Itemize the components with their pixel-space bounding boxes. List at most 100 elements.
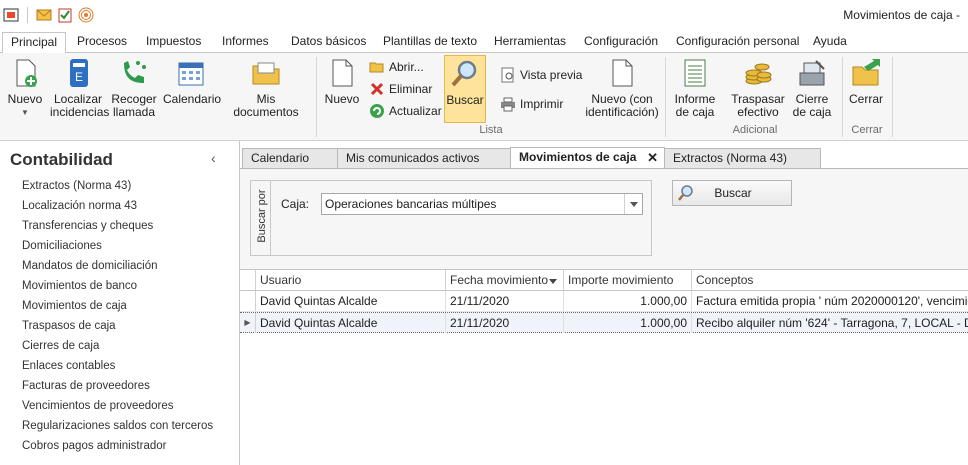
open-folder-icon: [369, 62, 384, 73]
caja-select-value: Operaciones bancarias múltipes: [325, 197, 497, 211]
calendario-button[interactable]: Calendario: [163, 57, 221, 106]
row-indicator-header: [240, 270, 256, 290]
window-title: Movimientos de caja -: [843, 8, 960, 22]
refresh-icon: [370, 104, 384, 118]
group-label-adicional: Adicional: [732, 124, 778, 136]
main-content: Buscar por Caja: Operaciones bancarias m…: [240, 168, 968, 465]
sidebar-item-movimientos-banco[interactable]: Movimientos de banco: [22, 280, 137, 292]
cell-usuario: David Quintas Alcalde: [256, 313, 446, 333]
sidebar-item-cobros-pagos[interactable]: Cobros pagos administrador: [22, 440, 166, 452]
cell-importe: 1.000,00: [564, 291, 692, 311]
tab-procesos[interactable]: Procesos: [69, 32, 135, 53]
buscar-button-label: Buscar: [714, 186, 752, 200]
tab-plantillas[interactable]: Plantillas de texto: [375, 32, 485, 53]
nuevo-identificacion-button[interactable]: Nuevo (con identificación): [584, 57, 660, 119]
column-header-fecha-label: Fecha movimiento: [450, 273, 549, 287]
delete-icon: [370, 82, 384, 96]
sidebar-title: Contabilidad: [10, 150, 113, 169]
preview-icon: [501, 67, 514, 83]
ribbon-tabs: Principal Procesos Impuestos Informes Da…: [0, 30, 968, 54]
doc-tab-extractos[interactable]: Extractos (Norma 43): [664, 148, 821, 169]
doc-tab-movimientos-caja[interactable]: Movimientos de caja ✕: [510, 147, 665, 170]
mail-icon[interactable]: [35, 6, 53, 24]
tab-herramientas[interactable]: Herramientas: [486, 32, 574, 53]
cell-usuario: David Quintas Alcalde: [256, 291, 446, 311]
group-label-cerrar: Cerrar: [851, 124, 883, 136]
coins-icon: [745, 63, 772, 85]
buscar-button[interactable]: Buscar: [672, 180, 792, 206]
grid-header: Usuario Fecha movimiento Importe movimie…: [240, 270, 968, 291]
sidebar-item-vencimientos-proveedores[interactable]: Vencimientos de proveedores: [22, 400, 174, 412]
mis-documentos-button[interactable]: Mis documentos: [224, 57, 308, 119]
app-menu-icon[interactable]: [2, 6, 20, 24]
nuevo-button[interactable]: Nuevo ▼: [4, 57, 46, 119]
tab-principal[interactable]: Principal: [2, 32, 67, 54]
sidebar: Contabilidad ‹ Extractos (Norma 43) Loca…: [0, 141, 240, 465]
doc-tab-mis-comunicados[interactable]: Mis comunicados activos: [337, 148, 511, 169]
sidebar-item-traspasos-caja[interactable]: Traspasos de caja: [22, 320, 116, 332]
close-tab-icon[interactable]: ✕: [647, 148, 658, 167]
tab-impuestos[interactable]: Impuestos: [138, 32, 209, 53]
svg-text:E: E: [75, 70, 83, 84]
imprimir-button[interactable]: Imprimir: [500, 94, 563, 114]
column-header-conceptos[interactable]: Conceptos: [692, 270, 968, 290]
tab-ayuda[interactable]: Ayuda: [805, 32, 855, 53]
table-row[interactable]: ▶ David Quintas Alcalde 21/11/2020 1.000…: [240, 312, 968, 333]
lista-nuevo-button[interactable]: Nuevo: [324, 57, 360, 106]
tab-configuracion[interactable]: Configuración: [576, 32, 666, 53]
abrir-button[interactable]: Abrir...: [369, 57, 424, 77]
movements-grid: Usuario Fecha movimiento Importe movimie…: [240, 269, 968, 465]
sidebar-item-cierres-caja[interactable]: Cierres de caja: [22, 340, 99, 352]
search-panel: Buscar por Caja: Operaciones bancarias m…: [250, 180, 652, 256]
cell-fecha: 21/11/2020: [446, 313, 564, 333]
broadcast-icon[interactable]: [77, 6, 95, 24]
sidebar-item-domiciliaciones[interactable]: Domiciliaciones: [22, 240, 102, 252]
column-header-fecha[interactable]: Fecha movimiento: [446, 270, 564, 290]
cierre-caja-button[interactable]: Cierre de caja: [790, 57, 834, 119]
sidebar-item-transferencias[interactable]: Transferencias y cheques: [22, 220, 153, 232]
folder-icon: [252, 62, 280, 85]
task-icon[interactable]: [56, 6, 74, 24]
title-bar: Movimientos de caja -: [0, 0, 968, 30]
doc-tab-label: Movimientos de caja: [519, 150, 637, 164]
informe-caja-button[interactable]: Informe de caja: [672, 57, 718, 119]
sidebar-item-mandatos[interactable]: Mandatos de domiciliación: [22, 260, 158, 272]
sidebar-item-localizacion-norma-43[interactable]: Localización norma 43: [22, 200, 137, 212]
sidebar-item-enlaces-contables[interactable]: Enlaces contables: [22, 360, 115, 372]
cerrar-button[interactable]: Cerrar: [846, 57, 886, 106]
doc-tab-calendario[interactable]: Calendario: [242, 148, 338, 169]
exit-folder-icon: [852, 59, 880, 86]
magnifier-icon: [451, 60, 477, 87]
dropdown-arrow-icon[interactable]: [624, 194, 642, 214]
sidebar-item-facturas-proveedores[interactable]: Facturas de proveedores: [22, 380, 150, 392]
tab-configuracion-personal[interactable]: Configuración personal: [668, 32, 807, 53]
cell-fecha: 21/11/2020: [446, 291, 564, 311]
vista-previa-button[interactable]: Vista previa: [500, 65, 582, 85]
sidebar-item-movimientos-caja[interactable]: Movimientos de caja: [22, 300, 127, 312]
collapse-sidebar-icon[interactable]: ‹: [211, 150, 216, 166]
report-icon: [684, 59, 706, 87]
caja-select[interactable]: Operaciones bancarias múltipes: [321, 193, 643, 215]
cell-importe: 1.000,00: [564, 313, 692, 333]
cash-register-icon: [799, 60, 825, 86]
tab-datos-basicos[interactable]: Datos básicos: [283, 32, 374, 53]
phone-book-icon: E: [70, 59, 88, 87]
tab-informes[interactable]: Informes: [214, 32, 277, 53]
actualizar-button[interactable]: Actualizar: [369, 101, 442, 121]
sidebar-item-extractos[interactable]: Extractos (Norma 43): [22, 180, 131, 192]
recoger-llamada-button[interactable]: Recoger llamada: [110, 57, 158, 119]
traspasar-efectivo-button[interactable]: Traspasar efectivo: [729, 57, 787, 119]
column-header-usuario[interactable]: Usuario: [256, 270, 446, 290]
ribbon-buscar-button[interactable]: Buscar: [444, 55, 486, 123]
localizar-incidencias-button[interactable]: E Localizar incidencias: [50, 57, 109, 119]
phone-call-icon: [124, 61, 146, 83]
printer-icon: [501, 97, 515, 112]
caja-label: Caja:: [281, 197, 310, 211]
column-header-importe[interactable]: Importe movimiento: [564, 270, 692, 290]
eliminar-button[interactable]: Eliminar: [369, 79, 432, 99]
blank-document-icon: [332, 59, 353, 87]
calendar-icon: [178, 62, 204, 86]
sidebar-item-regularizaciones[interactable]: Regularizaciones saldos con terceros: [22, 420, 213, 432]
group-label-lista: Lista: [479, 124, 503, 136]
table-row[interactable]: David Quintas Alcalde 21/11/2020 1.000,0…: [240, 291, 968, 312]
